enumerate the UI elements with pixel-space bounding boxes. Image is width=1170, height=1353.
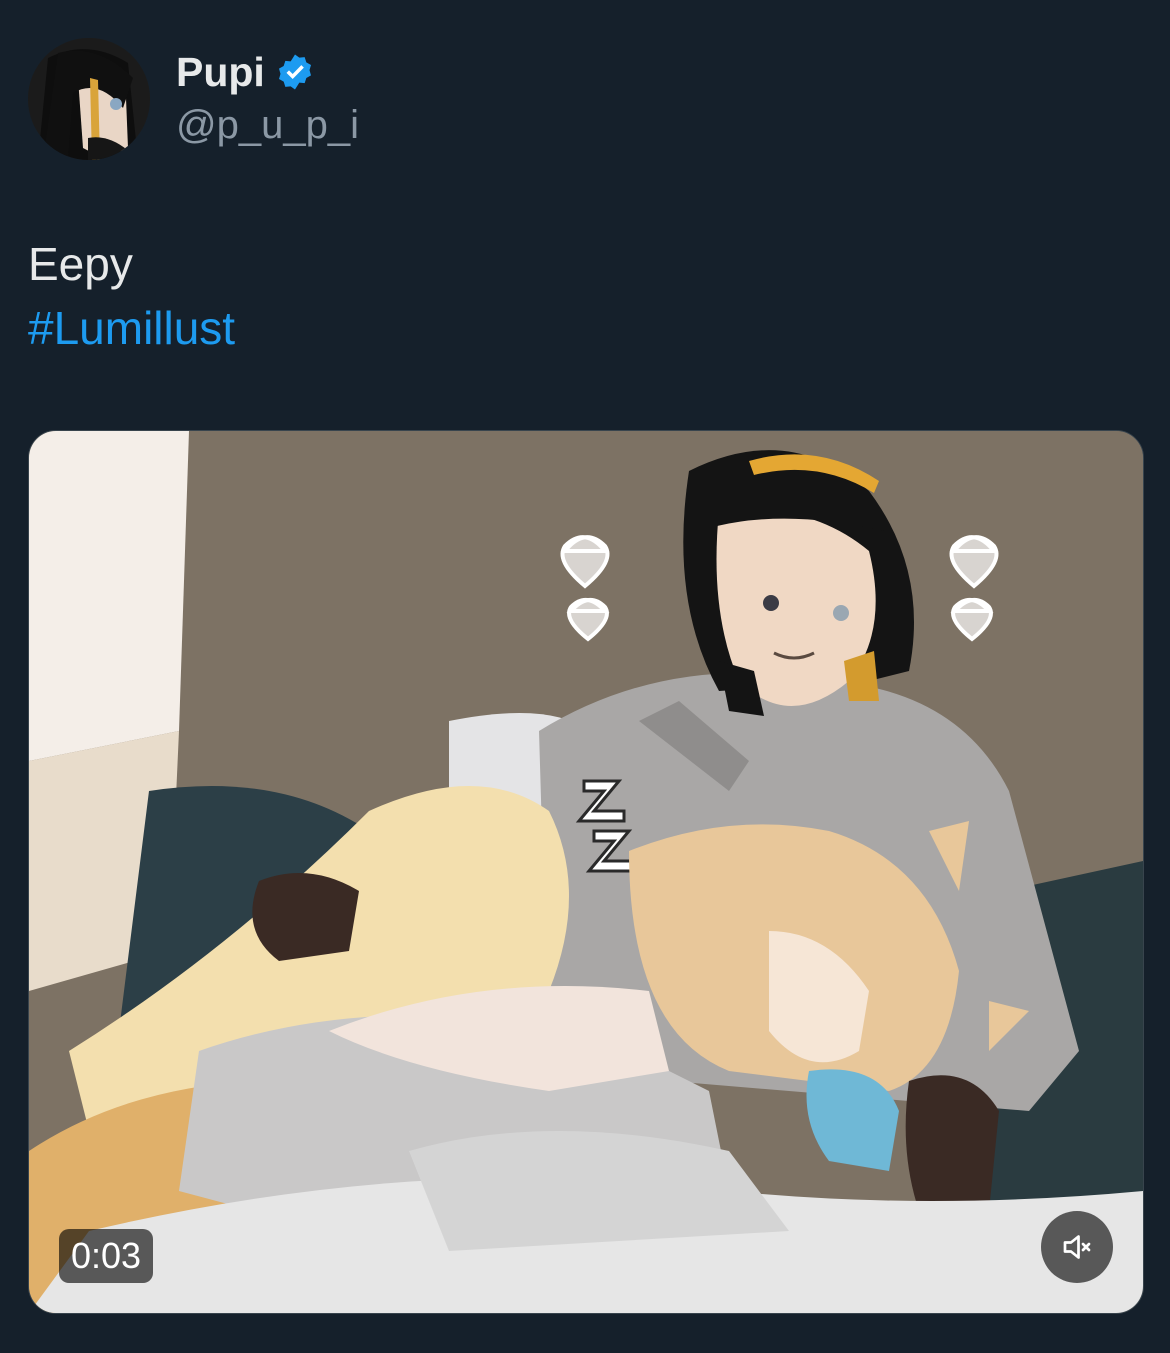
avatar-illustration (28, 38, 150, 160)
user-handle[interactable]: @p_u_p_i (176, 100, 359, 150)
tweet-header: Pupi @p_u_p_i (28, 38, 359, 160)
mute-button[interactable] (1041, 1211, 1113, 1283)
verified-badge-icon (278, 54, 311, 90)
video-timestamp: 0:03 (59, 1229, 154, 1283)
speaker-muted-icon (1063, 1235, 1091, 1259)
tweet-text: Eepy (28, 238, 133, 290)
hashtag-link[interactable]: #Lumillust (28, 296, 235, 360)
video-frame-illustration (29, 431, 1143, 1313)
tweet-body: Eepy #Lumillust (28, 232, 235, 360)
profile-avatar[interactable] (28, 38, 150, 160)
display-name[interactable]: Pupi (176, 48, 265, 96)
video-player[interactable]: 0:03 (28, 430, 1144, 1314)
